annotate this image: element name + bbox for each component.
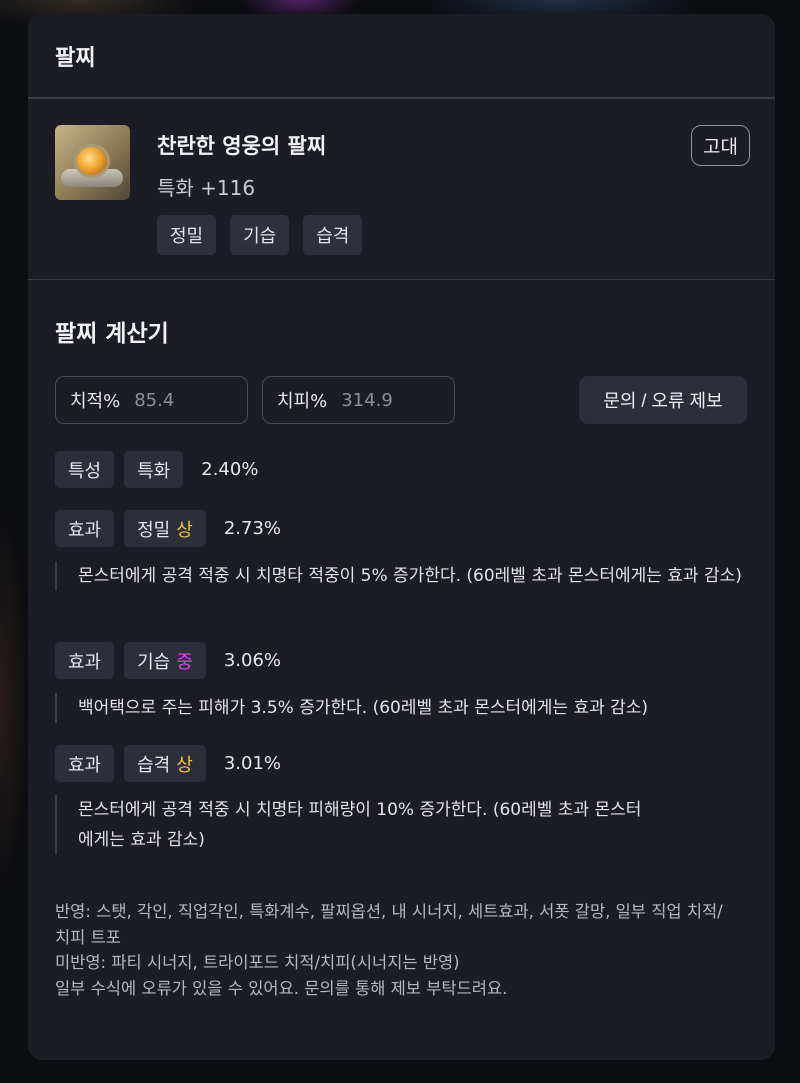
grade-badge: 고대 bbox=[691, 125, 750, 166]
bracelet-icon bbox=[55, 125, 130, 200]
calculator-notes: 반영: 스탯, 각인, 직업각인, 특화계수, 팔찌옵션, 내 시너지, 세트효… bbox=[55, 899, 735, 1001]
effect-percent: 3.06% bbox=[223, 650, 281, 671]
report-button[interactable]: 문의 / 오류 제보 bbox=[579, 376, 747, 424]
effect-row: 효과 습격 상 3.01% bbox=[55, 745, 281, 782]
crit-damage-input[interactable] bbox=[341, 389, 432, 411]
trait-name-chip: 특화 bbox=[124, 451, 184, 488]
trait-row: 특성 특화 2.40% bbox=[55, 451, 258, 488]
crit-rate-field[interactable]: 치적% bbox=[55, 376, 248, 424]
effect-row: 효과 기습 중 3.06% bbox=[55, 642, 281, 679]
item-tags: 정밀 기습 습격 bbox=[157, 215, 363, 255]
tag-ambush: 기습 bbox=[230, 215, 290, 255]
effect-name: 습격 bbox=[137, 754, 171, 776]
effect-name-chip: 습격 상 bbox=[124, 745, 206, 782]
effect-category-chip: 효과 bbox=[55, 510, 115, 547]
note-applied: 반영: 스탯, 각인, 직업각인, 특화계수, 팔찌옵션, 내 시너지, 세트효… bbox=[55, 902, 723, 947]
trait-percent: 2.40% bbox=[201, 459, 259, 480]
effect-description: 몬스터에게 공격 적중 시 치명타 적중이 5% 증가한다. (60레벨 초과 … bbox=[55, 561, 745, 591]
effect-name: 기습 bbox=[137, 651, 171, 673]
effect-name-chip: 기습 중 bbox=[124, 642, 206, 679]
effect-name: 정밀 bbox=[137, 519, 171, 541]
item-stat: 특화 +116 bbox=[157, 176, 256, 200]
effect-category-chip: 효과 bbox=[55, 642, 115, 679]
calculator-title: 팔찌 계산기 bbox=[55, 321, 169, 347]
effect-description: 몬스터에게 공격 적중 시 치명타 피해량이 10% 증가한다. (60레벨 초… bbox=[55, 795, 655, 855]
crit-damage-label: 치피% bbox=[277, 391, 328, 412]
divider bbox=[28, 98, 775, 99]
panel-header: 팔찌 bbox=[28, 14, 775, 98]
crit-rate-label: 치적% bbox=[70, 391, 121, 412]
effect-category-chip: 효과 bbox=[55, 745, 115, 782]
effect-grade: 상 bbox=[176, 519, 193, 541]
tag-precision: 정밀 bbox=[157, 215, 217, 255]
panel-title: 팔찌 bbox=[55, 45, 96, 71]
effect-description: 백어택으로 주는 피해가 3.5% 증가한다. (60레벨 초과 몬스터에게는 … bbox=[55, 693, 745, 723]
effect-grade: 중 bbox=[176, 651, 193, 673]
trait-category-chip: 특성 bbox=[55, 451, 115, 488]
effect-name-chip: 정밀 상 bbox=[124, 510, 206, 547]
effect-row: 효과 정밀 상 2.73% bbox=[55, 510, 281, 547]
crit-damage-field[interactable]: 치피% bbox=[262, 376, 455, 424]
tag-raid: 습격 bbox=[303, 215, 363, 255]
note-not-applied: 미반영: 파티 시너지, 트라이포드 치적/치피(시너지는 반영) bbox=[55, 953, 460, 972]
effect-grade: 상 bbox=[176, 754, 193, 776]
effect-percent: 3.01% bbox=[223, 753, 281, 774]
effect-percent: 2.73% bbox=[223, 518, 281, 539]
crit-rate-input[interactable] bbox=[134, 389, 225, 411]
item-name: 찬란한 영웅의 팔찌 bbox=[157, 134, 327, 158]
note-disclaimer: 일부 수식에 오류가 있을 수 있어요. 문의를 통해 제보 부탁드려요. bbox=[55, 978, 508, 998]
divider bbox=[28, 279, 775, 280]
